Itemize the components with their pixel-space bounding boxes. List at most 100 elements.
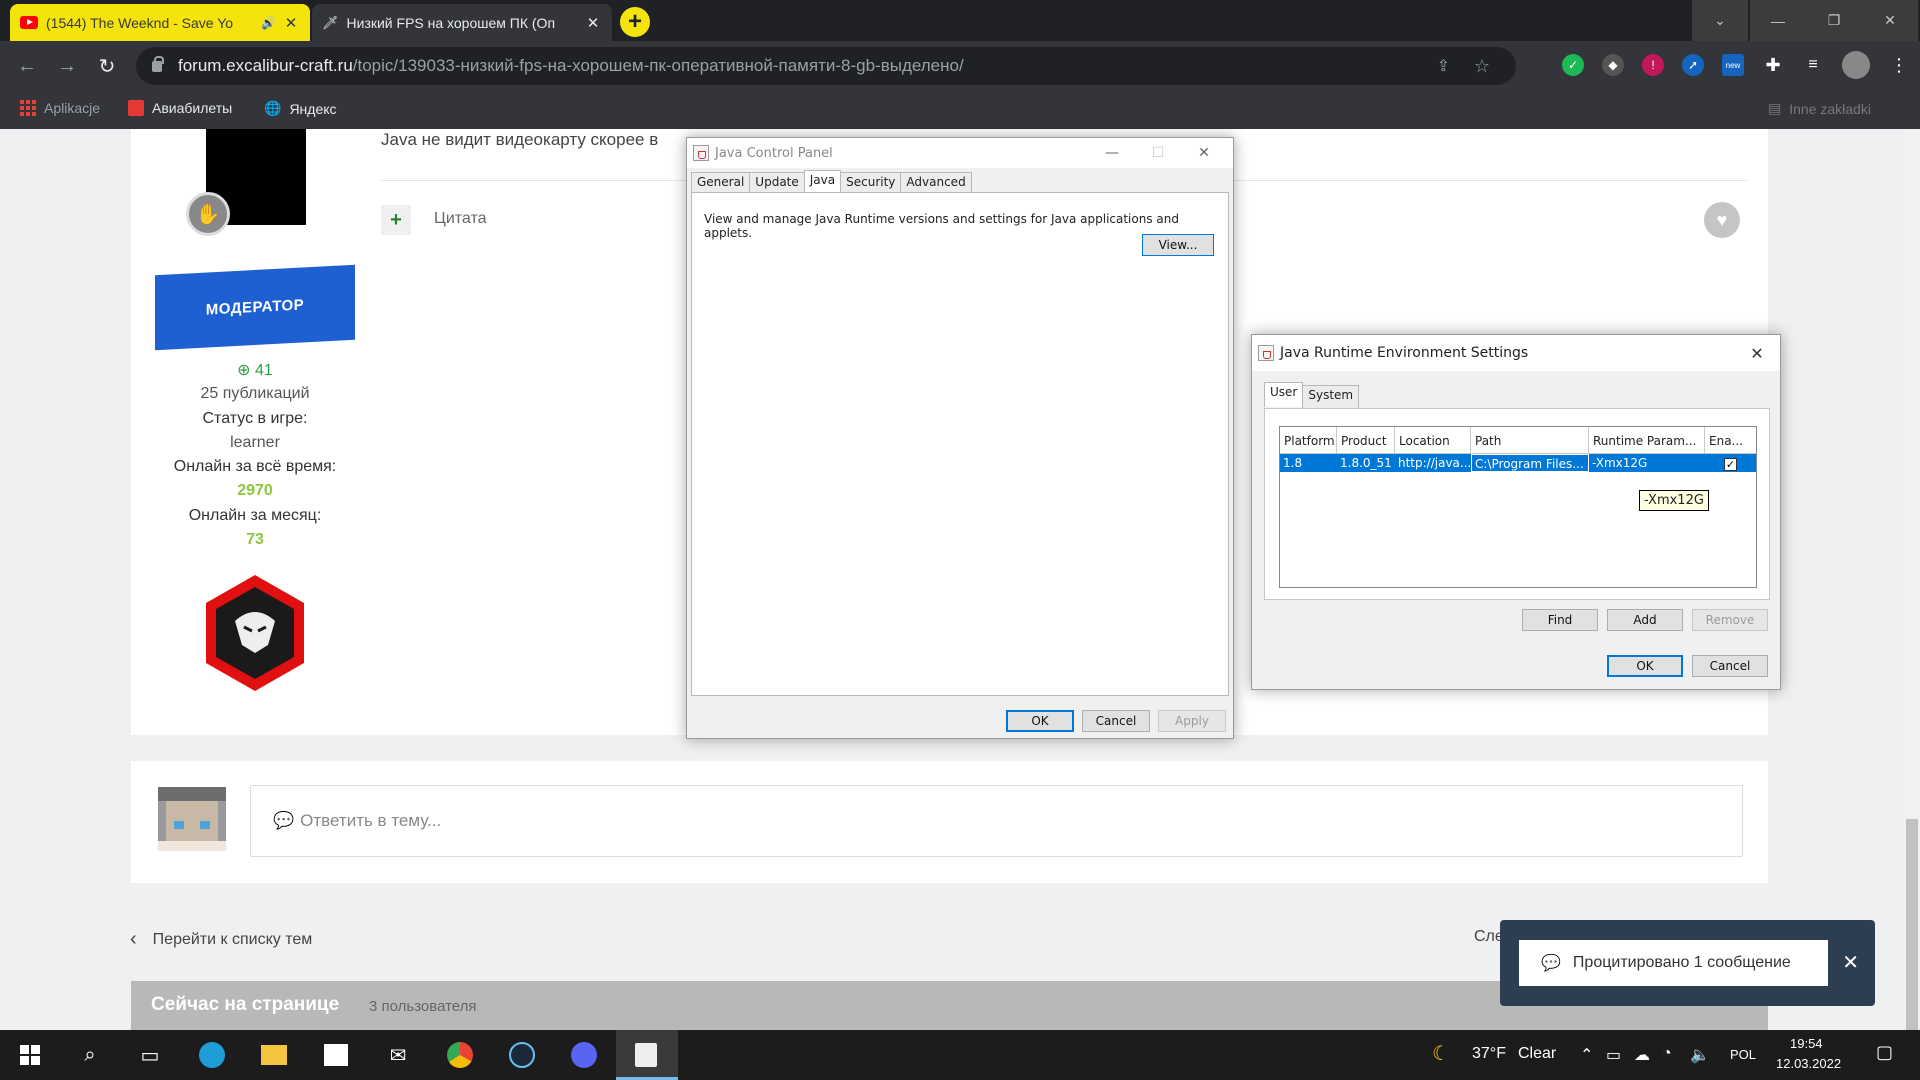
close-tab-icon[interactable]: ✕	[282, 14, 300, 32]
edge-icon[interactable]	[196, 1039, 228, 1071]
page-scrollbar[interactable]	[1904, 129, 1920, 1059]
column-product[interactable]: Product	[1337, 427, 1395, 453]
jcp-apply-button[interactable]: Apply	[1158, 710, 1226, 732]
privacy-extension-icon[interactable]: !	[1642, 54, 1664, 76]
jre-cancel-button[interactable]: Cancel	[1692, 655, 1768, 677]
scrollbar-thumb[interactable]	[1906, 819, 1918, 1059]
windows-start-icon[interactable]	[14, 1039, 46, 1071]
restore-button[interactable]: ❐	[1806, 0, 1862, 41]
cell-location[interactable]: http://java...	[1395, 454, 1471, 472]
language-indicator[interactable]: POL	[1730, 1047, 1756, 1062]
chrome-icon[interactable]	[444, 1039, 476, 1071]
shield-extension-icon[interactable]: ✓	[1562, 54, 1584, 76]
notifications-icon[interactable]: ▢	[1876, 1042, 1893, 1063]
tab-general[interactable]: General	[691, 172, 751, 192]
menu-icon[interactable]: ⋮	[1888, 54, 1910, 76]
speaker-icon[interactable]: 🔊	[261, 16, 276, 30]
reload-icon[interactable]: ↻	[94, 53, 120, 79]
weather-desc[interactable]: Clear	[1518, 1045, 1556, 1063]
volume-icon[interactable]: 🔈	[1690, 1045, 1710, 1065]
weather-temp[interactable]: 37°F	[1472, 1045, 1506, 1063]
back-to-topics-link[interactable]: ‹ Перейти к списку тем	[130, 928, 312, 951]
ticket-icon	[128, 100, 144, 116]
extensions-puzzle-icon[interactable]: ✚	[1762, 54, 1784, 76]
tab-system[interactable]: System	[1302, 385, 1360, 410]
my-avatar[interactable]	[158, 787, 226, 851]
multiquote-button[interactable]: +	[381, 205, 411, 235]
like-heart-icon[interactable]: ♥	[1704, 202, 1740, 238]
column-platform[interactable]: Platform	[1280, 427, 1337, 453]
cell-runtime-params[interactable]: -Xmx12G	[1589, 454, 1705, 472]
column-runtime-params[interactable]: Runtime Param...	[1589, 427, 1705, 453]
jre-close-button[interactable]: ✕	[1734, 335, 1780, 371]
pixel-avatar-icon	[158, 787, 226, 851]
clock-time[interactable]: 19:54	[1790, 1036, 1823, 1051]
calendar-extension-icon[interactable]: new	[1722, 54, 1744, 76]
chevron-up-icon[interactable]: ⌃	[1580, 1045, 1593, 1065]
back-icon[interactable]: ←	[14, 53, 40, 79]
search-icon[interactable]: ⌕	[74, 1039, 106, 1071]
address-bar[interactable]: forum.excalibur-craft.ru/topic/139033-ни…	[136, 47, 1516, 85]
cell-path[interactable]: C:\Program Files...	[1471, 454, 1589, 472]
jcp-maximize-button[interactable]: ☐	[1135, 138, 1181, 168]
clock-date[interactable]: 12.03.2022	[1776, 1056, 1841, 1071]
table-row[interactable]: 1.8 1.8.0_51 http://java... C:\Program F…	[1280, 454, 1756, 472]
steam-icon[interactable]	[506, 1039, 538, 1071]
compass-extension-icon[interactable]: ➚	[1682, 54, 1704, 76]
tab-user[interactable]: User	[1264, 382, 1304, 407]
share-icon[interactable]: ⇪	[1437, 56, 1450, 76]
jre-ok-button[interactable]: OK	[1607, 655, 1683, 677]
wifi-icon[interactable]: ◔	[1662, 1045, 1672, 1063]
java-cup-icon[interactable]	[630, 1039, 662, 1071]
tab-advanced[interactable]: Advanced	[900, 172, 972, 192]
ethereum-extension-icon[interactable]: ◆	[1602, 54, 1624, 76]
bookmark-apps[interactable]: Aplikacje	[20, 100, 100, 116]
bookmark-yandex[interactable]: 🌐 Яндекс	[264, 100, 337, 117]
column-location[interactable]: Location	[1395, 427, 1471, 453]
profile-avatar[interactable]	[1842, 51, 1870, 79]
mail-icon[interactable]: ✉	[382, 1039, 414, 1071]
discord-icon[interactable]	[568, 1039, 600, 1071]
view-button[interactable]: View...	[1142, 234, 1214, 256]
task-view-icon[interactable]: ▭	[134, 1039, 166, 1071]
other-bookmarks[interactable]: ▤ Inne zakładki	[1768, 100, 1871, 117]
close-tab-icon[interactable]: ✕	[584, 14, 602, 32]
now-on-page-count: 3 пользователя	[369, 998, 477, 1015]
cell-product[interactable]: 1.8.0_51	[1337, 454, 1395, 472]
toast-close-icon[interactable]: ✕	[1842, 950, 1859, 975]
close-window-button[interactable]: ✕	[1862, 0, 1918, 41]
minimize-button[interactable]: —	[1750, 0, 1806, 41]
tab-update[interactable]: Update	[749, 172, 805, 192]
column-enabled[interactable]: Ena...	[1705, 427, 1756, 453]
enabled-checkbox[interactable]: ✓	[1724, 458, 1737, 471]
store-icon[interactable]	[320, 1039, 352, 1071]
weather-moon-icon[interactable]: ☾	[1432, 1041, 1450, 1066]
reading-list-icon[interactable]: ≡	[1802, 54, 1824, 76]
battery-icon[interactable]: ▭	[1606, 1045, 1621, 1065]
tab-security[interactable]: Security	[840, 172, 902, 192]
new-tab-button[interactable]: +	[620, 7, 650, 37]
cell-platform[interactable]: 1.8	[1280, 454, 1337, 472]
remove-button[interactable]: Remove	[1692, 609, 1768, 631]
jcp-close-button[interactable]: ✕	[1181, 138, 1227, 168]
cell-enabled[interactable]: ✓	[1705, 454, 1756, 472]
add-button[interactable]: Add	[1607, 609, 1683, 631]
tab-java[interactable]: Java	[803, 170, 842, 192]
tab-forum[interactable]: 🗡 Низкий FPS на хорошем ПК (Оп ✕	[312, 4, 612, 41]
lock-icon[interactable]	[152, 55, 164, 72]
jcp-minimize-button[interactable]: —	[1089, 138, 1135, 168]
bookmark-aviabilety[interactable]: Авиабилеты	[128, 100, 232, 116]
jre-titlebar[interactable]: Java Runtime Environment Settings	[1252, 335, 1780, 371]
column-path[interactable]: Path	[1471, 427, 1589, 453]
reply-input[interactable]: 💬 Ответить в тему...	[250, 785, 1743, 857]
quote-link[interactable]: Цитата	[434, 210, 487, 228]
bookmark-star-icon[interactable]: ☆	[1474, 56, 1490, 77]
tab-youtube[interactable]: (1544) The Weeknd - Save Yo 🔊 ✕	[10, 4, 310, 41]
jcp-ok-button[interactable]: OK	[1006, 710, 1074, 732]
tab-search-button[interactable]: ⌄	[1692, 0, 1748, 41]
cloud-icon[interactable]: ☁	[1634, 1045, 1650, 1065]
file-explorer-icon[interactable]	[258, 1039, 290, 1071]
forward-icon[interactable]: →	[54, 53, 80, 79]
jcp-cancel-button[interactable]: Cancel	[1082, 710, 1150, 732]
find-button[interactable]: Find	[1522, 609, 1598, 631]
